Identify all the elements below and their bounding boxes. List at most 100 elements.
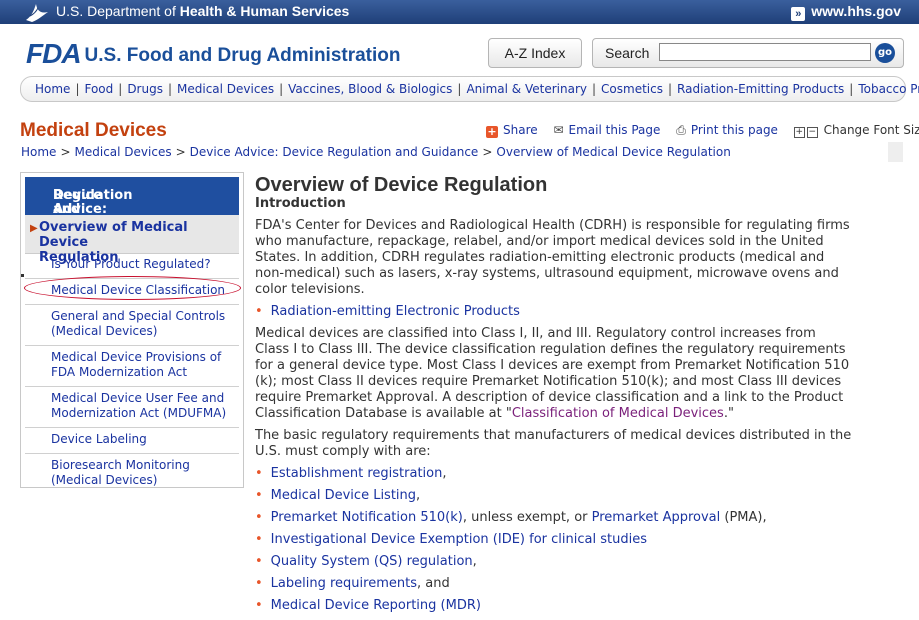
nav-item-radiation-products[interactable]: Radiation-Emitting Products [677,82,844,96]
nav-separator: | [667,82,673,96]
text-line: who manufacture, repackage, relabel, and… [255,234,824,249]
list-item: • Radiation-emitting Electronic Products [255,304,520,319]
device-listing-link[interactable]: Medical Device Listing [271,488,416,503]
breadcrumb-separator: > [482,145,493,159]
font-increase-icon[interactable]: + [793,127,805,138]
text-fragment: ." [723,406,734,421]
nav-separator: | [849,82,854,96]
text-fragment: , [472,554,477,569]
premarket-notification-link[interactable]: Premarket Notification 510(k) [271,510,463,525]
share-link[interactable]: + Share [486,123,538,138]
labeling-requirements-link[interactable]: Labeling requirements [271,576,417,591]
breadcrumb-item[interactable]: Home [21,145,56,159]
sidebar-heading[interactable]: Device Advice: DeviceRegulation and Guid… [25,177,239,231]
page-tools: + Share ✉ Email this Page ⎙ Print this page… [486,123,919,138]
nav-separator: | [457,82,462,96]
premarket-approval-link[interactable]: Premarket Approval [592,510,721,525]
text-line: for a general device type. Most Class I … [255,358,850,373]
list-item: • Medical Device Listing, [255,488,420,503]
nav-item-vaccines[interactable]: Vaccines, Blood & Biologics [288,82,452,96]
hhs-link-label: www.hhs.gov [811,3,901,19]
nav-item-cosmetics[interactable]: Cosmetics [601,82,663,96]
search-bar: Search go [592,38,904,68]
nav-item-drugs[interactable]: Drugs [127,82,163,96]
hhs-banner: U.S. Department of Health & Human Servic… [0,0,919,24]
section-subhead: Introduction [255,196,346,211]
breadcrumb-item[interactable]: Device Advice: Device Regulation and Gui… [190,145,479,159]
quality-system-link[interactable]: Quality System (QS) regulation [271,554,473,569]
sidebar-item-fda-modernization-act[interactable]: Medical Device Provisions of FDA Moderni… [25,346,239,387]
hhs-title-dept: Health & Human Services [179,3,350,19]
text-line: The basic regulatory requirements that m… [255,428,852,443]
list-item: • Investigational Device Exemption (IDE) … [255,532,647,547]
bullet-icon: • [255,532,263,547]
bullet-icon: • [255,510,263,525]
font-decrease-icon[interactable]: − [806,127,818,138]
envelope-icon: ✉ [553,123,564,137]
highlight-circle-annotation [24,276,241,300]
scrollbar-stub[interactable] [888,142,903,162]
establishment-registration-link[interactable]: Establishment registration [271,466,443,481]
text-line: require Premarket Approval. A descriptio… [255,390,844,405]
breadcrumb-separator: > [60,145,71,159]
bullet-icon: • [255,466,263,481]
font-size-label: Change Font Size [823,123,919,137]
nav-item-medical-devices[interactable]: Medical Devices [177,82,274,96]
text-line: color televisions. [255,282,365,297]
search-input[interactable] [659,43,871,61]
breadcrumb-item[interactable]: Overview of Medical Device Regulation [496,145,730,159]
breadcrumb: Home > Medical Devices > Device Advice: Devi… [21,145,731,159]
double-chevron-right-icon: » [791,7,806,21]
classification-paragraph: Medical devices are classified into Clas… [255,326,865,422]
mdr-link[interactable]: Medical Device Reporting (MDR) [271,598,481,613]
breadcrumb-item[interactable]: Medical Devices [75,145,172,159]
bullet-icon: • [255,554,263,569]
text-fragment: , [416,488,421,503]
email-page-link[interactable]: ✉ Email this Page [553,123,660,137]
nav-item-food[interactable]: Food [84,82,113,96]
fda-logo[interactable]: FDA U.S. Food and Drug Administration [26,38,401,70]
search-go-button[interactable]: go [875,43,895,63]
email-label: Email this Page [568,123,661,137]
nav-separator: | [279,82,284,96]
share-icon: + [486,125,498,138]
sidebar-item-bioresearch-monitoring[interactable]: Bioresearch Monitoring (Medical Devices) [25,454,239,494]
list-item: • Establishment registration, [255,466,447,481]
share-label: Share [503,123,538,137]
sidebar-item-mdufma[interactable]: Medical Device User Fee and Modernizatio… [25,387,239,428]
hhs-title[interactable]: U.S. Department of Health & Human Servic… [56,3,349,19]
sidebar-item-general-special-controls[interactable]: General and Special Controls (Medical De… [25,305,239,346]
text-fragment: (PMA), [720,510,767,525]
hhs-title-prefix: U.S. Department of [56,3,180,19]
bullet-icon: • [255,488,263,503]
sidebar-marker [21,274,24,277]
text-line: Medical devices are classified into Clas… [255,326,816,341]
print-label: Print this page [690,123,778,137]
breadcrumb-separator: > [175,145,186,159]
hhs-site-link[interactable]: » www.hhs.gov [791,3,901,21]
print-page-link[interactable]: ⎙ Print this page [676,123,778,137]
classification-link[interactable]: Classification of Medical Devices [512,406,724,421]
nav-separator: | [118,82,123,96]
bullet-icon: • [255,576,263,591]
radiation-products-link[interactable]: Radiation-emitting Electronic Products [271,304,520,319]
requirements-intro: The basic regulatory requirements that m… [255,428,865,460]
nav-item-tobacco[interactable]: Tobacco Products [858,82,919,96]
text-fragment: , [442,466,447,481]
text-line: FDA's Center for Devices and Radiologica… [255,218,850,233]
text-line: Classification Database is available at … [255,406,865,422]
font-size-control[interactable]: + − Change Font Size [793,123,919,138]
bullet-icon: • [255,304,263,319]
list-item: • Quality System (QS) regulation, [255,554,477,569]
az-index-button[interactable]: A-Z Index [488,38,582,68]
nav-item-home[interactable]: Home [35,82,70,96]
text-line: (k); most Class II devices require Prema… [255,374,842,389]
fda-logo-mark: FDA [26,38,82,69]
sidebar-item-device-labeling[interactable]: Device Labeling [25,428,239,454]
nav-separator: | [167,82,173,96]
nav-item-animal-veterinary[interactable]: Animal & Veterinary [466,82,587,96]
text-fragment: , and [416,576,450,591]
text-fragment: , unless exempt, or [462,510,592,525]
sidebar-item-current[interactable]: ▶ Overview of Medical Device Regulation [25,215,239,265]
ide-link[interactable]: Investigational Device Exemption (IDE) f… [271,532,647,547]
